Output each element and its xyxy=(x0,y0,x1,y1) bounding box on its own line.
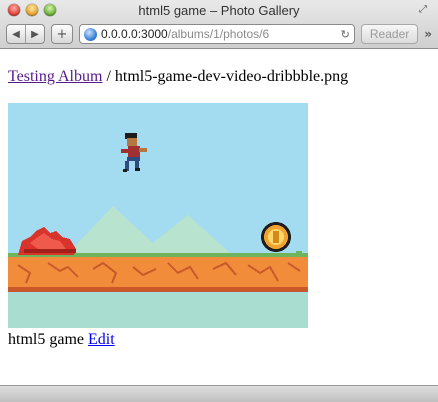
back-button[interactable]: ◀ xyxy=(7,25,25,43)
forward-arrow-icon: ▶ xyxy=(31,28,39,40)
address-bar[interactable]: 0.0.0.0:3000/albums/1/photos/6 ↻ xyxy=(79,24,355,44)
url-path: /albums/1/photos/6 xyxy=(167,27,270,41)
browser-window: html5 game – Photo Gallery ⤢ ◀ ▶ + 0.0.0… xyxy=(0,0,438,402)
album-link[interactable]: Testing Album xyxy=(8,68,102,85)
url-host: 0.0.0.0:3000 xyxy=(101,27,168,41)
window-title: html5 game – Photo Gallery xyxy=(138,3,300,18)
globe-icon xyxy=(84,27,97,41)
forward-button[interactable]: ▶ xyxy=(25,25,44,43)
breadcrumb: Testing Album / html5-game-dev-video-dri… xyxy=(8,68,348,86)
status-bar xyxy=(0,385,438,402)
photo-filename: html5-game-dev-video-dribbble.png xyxy=(114,68,349,85)
reload-icon[interactable]: ↻ xyxy=(341,28,350,41)
plus-icon: + xyxy=(56,26,68,42)
back-arrow-icon: ◀ xyxy=(12,28,20,40)
page-content: Testing Album / html5-game-dev-video-dri… xyxy=(0,49,438,385)
double-chevron-icon[interactable]: » xyxy=(424,27,432,41)
url-text[interactable]: 0.0.0.0:3000/albums/1/photos/6 xyxy=(101,27,337,41)
edit-link[interactable]: Edit xyxy=(88,331,115,348)
photo-title: html5 game xyxy=(8,331,84,348)
browser-chrome: html5 game – Photo Gallery ⤢ ◀ ▶ + 0.0.0… xyxy=(0,0,438,49)
photo-caption: html5 game Edit xyxy=(8,331,115,349)
add-bookmark-button[interactable]: + xyxy=(51,24,73,44)
reader-button[interactable]: Reader xyxy=(360,24,419,44)
toolbar: ◀ ▶ + 0.0.0.0:3000/albums/1/photos/6 ↻ R… xyxy=(6,23,432,45)
breadcrumb-separator: / xyxy=(102,68,115,85)
photo-image xyxy=(8,103,308,328)
fullscreen-icon[interactable]: ⤢ xyxy=(419,4,430,15)
back-forward-group: ◀ ▶ xyxy=(6,24,45,44)
